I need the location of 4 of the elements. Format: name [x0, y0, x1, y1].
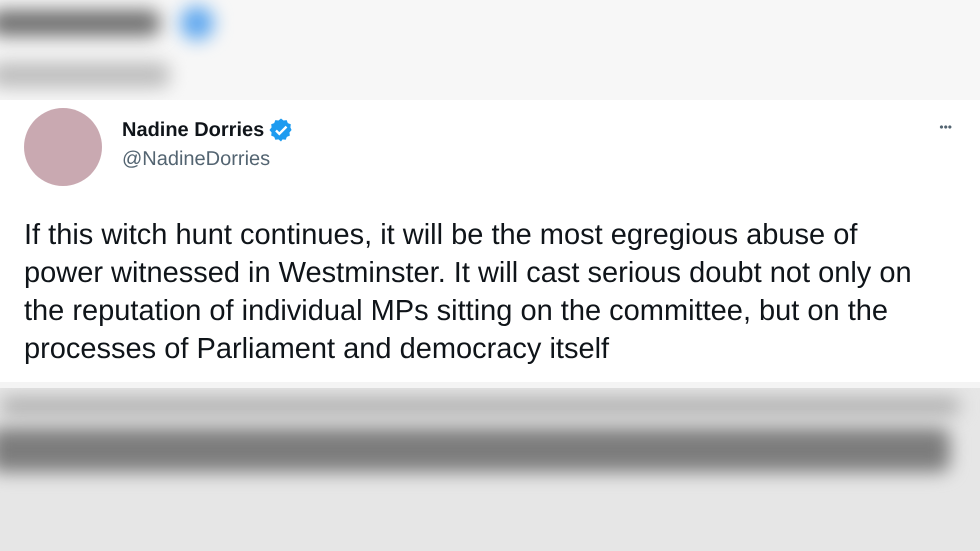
more-options-button[interactable]: •••: [935, 118, 956, 136]
author-handle: @NadineDorries: [122, 148, 272, 171]
tweet-text: If this witch hunt continues, it will be the most egregious abuse of power witnessed in Westminster. It will cast serious doubt not only on the reputation of individual MPs sitting on the committee, but on the processes of Parliament and democracy itself: [24, 218, 913, 367]
author-name: Nadine Dorries: [122, 118, 264, 142]
